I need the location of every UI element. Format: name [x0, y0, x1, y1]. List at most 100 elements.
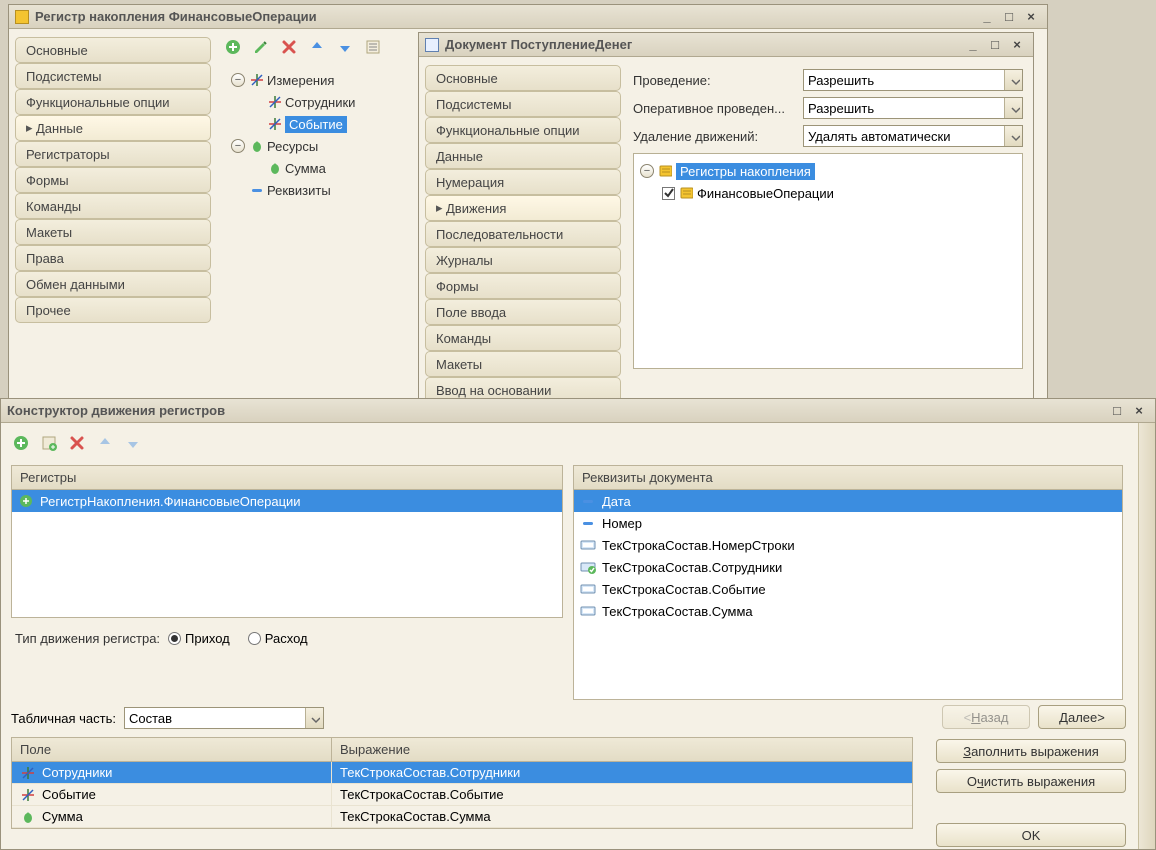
move-up-button[interactable]: [307, 37, 327, 57]
tab-Права[interactable]: Права: [15, 245, 211, 271]
tabular-part-dropdown[interactable]: Состав: [124, 707, 324, 729]
list-item[interactable]: ТекСтрокаСостав.НомерСтроки: [574, 534, 1122, 556]
tab-Подсистемы[interactable]: Подсистемы: [425, 91, 621, 117]
tab-label: Ввод на основании: [436, 383, 551, 398]
close-button[interactable]: ×: [1007, 37, 1027, 53]
tab-Формы[interactable]: Формы: [15, 167, 211, 193]
tab-Прочее[interactable]: Прочее: [15, 297, 211, 323]
dropdown-oper-provedenie[interactable]: Разрешить: [803, 97, 1023, 119]
tab-Функциональные опции[interactable]: Функциональные опции: [15, 89, 211, 115]
next-button[interactable]: Далее>: [1038, 705, 1126, 729]
radio-expense[interactable]: [248, 632, 261, 645]
tree-node-register-child[interactable]: ФинансовыеОперации: [640, 182, 1016, 204]
tab-Ввод на основании[interactable]: Ввод на основании: [425, 377, 621, 399]
move-down-button[interactable]: [335, 37, 355, 57]
table-row[interactable]: СуммаТекСтрокаСостав.Сумма: [12, 806, 912, 828]
add-copy-button[interactable]: [39, 433, 59, 453]
list-item[interactable]: РегистрНакопления.ФинансовыеОперации: [12, 490, 562, 512]
tab-Макеты[interactable]: Макеты: [15, 219, 211, 245]
tab-Движения[interactable]: ▸Движения: [425, 195, 621, 221]
tab-Формы[interactable]: Формы: [425, 273, 621, 299]
grid-col-field[interactable]: Поле: [12, 738, 332, 761]
chevron-down-icon[interactable]: [1004, 126, 1022, 146]
add-button[interactable]: [223, 37, 243, 57]
tree-node-resources[interactable]: − Ресурсы: [231, 135, 355, 157]
tab-Подсистемы[interactable]: Подсистемы: [15, 63, 211, 89]
registers-tree-pane: − Регистры накопления ФинансовыеОперации: [633, 153, 1023, 369]
doc-attrs-header: Реквизиты документа: [573, 465, 1123, 490]
tab-Основные[interactable]: Основные: [425, 65, 621, 91]
back-button[interactable]: <Назад: [942, 705, 1030, 729]
titlebar-builder[interactable]: Конструктор движения регистров □ ×: [1, 399, 1155, 423]
radio-income[interactable]: [168, 632, 181, 645]
maximize-button[interactable]: □: [1107, 403, 1127, 419]
tree-node-registers-root[interactable]: − Регистры накопления: [640, 160, 1016, 182]
minimize-button[interactable]: _: [977, 9, 997, 25]
tab-Данные[interactable]: ▸Данные: [15, 115, 211, 141]
list-button[interactable]: [363, 37, 383, 57]
add-button[interactable]: [11, 433, 31, 453]
maximize-button[interactable]: □: [985, 37, 1005, 53]
list-item[interactable]: ТекСтрокаСостав.Событие: [574, 578, 1122, 600]
tree-node-dimensions[interactable]: − Измерения: [231, 69, 355, 91]
tab-Команды[interactable]: Команды: [425, 325, 621, 351]
tree-node-dim-item[interactable]: Сотрудники: [231, 91, 355, 113]
movement-type-label: Тип движения регистра:: [15, 631, 160, 646]
axes-icon: [249, 73, 263, 87]
register-icon: [15, 10, 29, 24]
resource-icon: [249, 139, 263, 153]
tab-Команды[interactable]: Команды: [15, 193, 211, 219]
delete-button[interactable]: [279, 37, 299, 57]
ok-button[interactable]: OK: [936, 823, 1126, 847]
edit-button[interactable]: [251, 37, 271, 57]
move-up-button[interactable]: [95, 433, 115, 453]
chevron-down-icon[interactable]: [305, 708, 323, 728]
dropdown-delete-movements[interactable]: Удалять автоматически: [803, 125, 1023, 147]
move-down-button[interactable]: [123, 433, 143, 453]
tab-label: Основные: [26, 43, 88, 58]
collapse-icon[interactable]: −: [640, 164, 654, 178]
tab-Макеты[interactable]: Макеты: [425, 351, 621, 377]
checkbox-register[interactable]: [662, 187, 675, 200]
register-icon: [679, 186, 693, 200]
tab-Последовательности[interactable]: Последовательности: [425, 221, 621, 247]
close-button[interactable]: ×: [1129, 403, 1149, 419]
maximize-button[interactable]: □: [999, 9, 1019, 25]
tab-label: Команды: [26, 199, 81, 214]
list-item[interactable]: ТекСтрокаСостав.Сотрудники: [574, 556, 1122, 578]
dropdown-provedenie[interactable]: Разрешить: [803, 69, 1023, 91]
tab-Основные[interactable]: Основные: [15, 37, 211, 63]
chevron-down-icon[interactable]: [1004, 70, 1022, 90]
registers-list-header: Регистры: [11, 465, 563, 490]
table-row[interactable]: СотрудникиТекСтрокаСостав.Сотрудники: [12, 762, 912, 784]
tab-Функциональные опции[interactable]: Функциональные опции: [425, 117, 621, 143]
tab-label: Основные: [436, 71, 498, 86]
table-row[interactable]: СобытиеТекСтрокаСостав.Событие: [12, 784, 912, 806]
list-item[interactable]: Номер: [574, 512, 1122, 534]
fill-expressions-button[interactable]: Заполнить выражения: [936, 739, 1126, 763]
tree-node-attributes[interactable]: Реквизиты: [231, 179, 355, 201]
axes-icon: [267, 95, 281, 109]
titlebar-document[interactable]: Документ ПоступлениеДенег _ □ ×: [419, 33, 1033, 57]
tab-label: Команды: [436, 331, 491, 346]
tab-Поле ввода[interactable]: Поле ввода: [425, 299, 621, 325]
chevron-down-icon[interactable]: [1004, 98, 1022, 118]
delete-button[interactable]: [67, 433, 87, 453]
vertical-scrollbar[interactable]: [1138, 423, 1155, 849]
list-item[interactable]: ТекСтрокаСостав.Сумма: [574, 600, 1122, 622]
grid-col-expr[interactable]: Выражение: [332, 738, 912, 761]
minimize-button[interactable]: _: [963, 37, 983, 53]
tab-Обмен данными[interactable]: Обмен данными: [15, 271, 211, 297]
clear-expressions-button[interactable]: Очистить выражения: [936, 769, 1126, 793]
collapse-icon[interactable]: −: [231, 139, 245, 153]
tree-node-res-item[interactable]: Сумма: [231, 157, 355, 179]
close-button[interactable]: ×: [1021, 9, 1041, 25]
titlebar-register[interactable]: Регистр накопления ФинансовыеОперации _ …: [9, 5, 1047, 29]
collapse-icon[interactable]: −: [231, 73, 245, 87]
tab-Журналы[interactable]: Журналы: [425, 247, 621, 273]
tab-Данные[interactable]: Данные: [425, 143, 621, 169]
tab-Регистраторы[interactable]: Регистраторы: [15, 141, 211, 167]
tab-Нумерация[interactable]: Нумерация: [425, 169, 621, 195]
tree-node-dim-item[interactable]: Событие: [231, 113, 355, 135]
list-item[interactable]: Дата: [574, 490, 1122, 512]
